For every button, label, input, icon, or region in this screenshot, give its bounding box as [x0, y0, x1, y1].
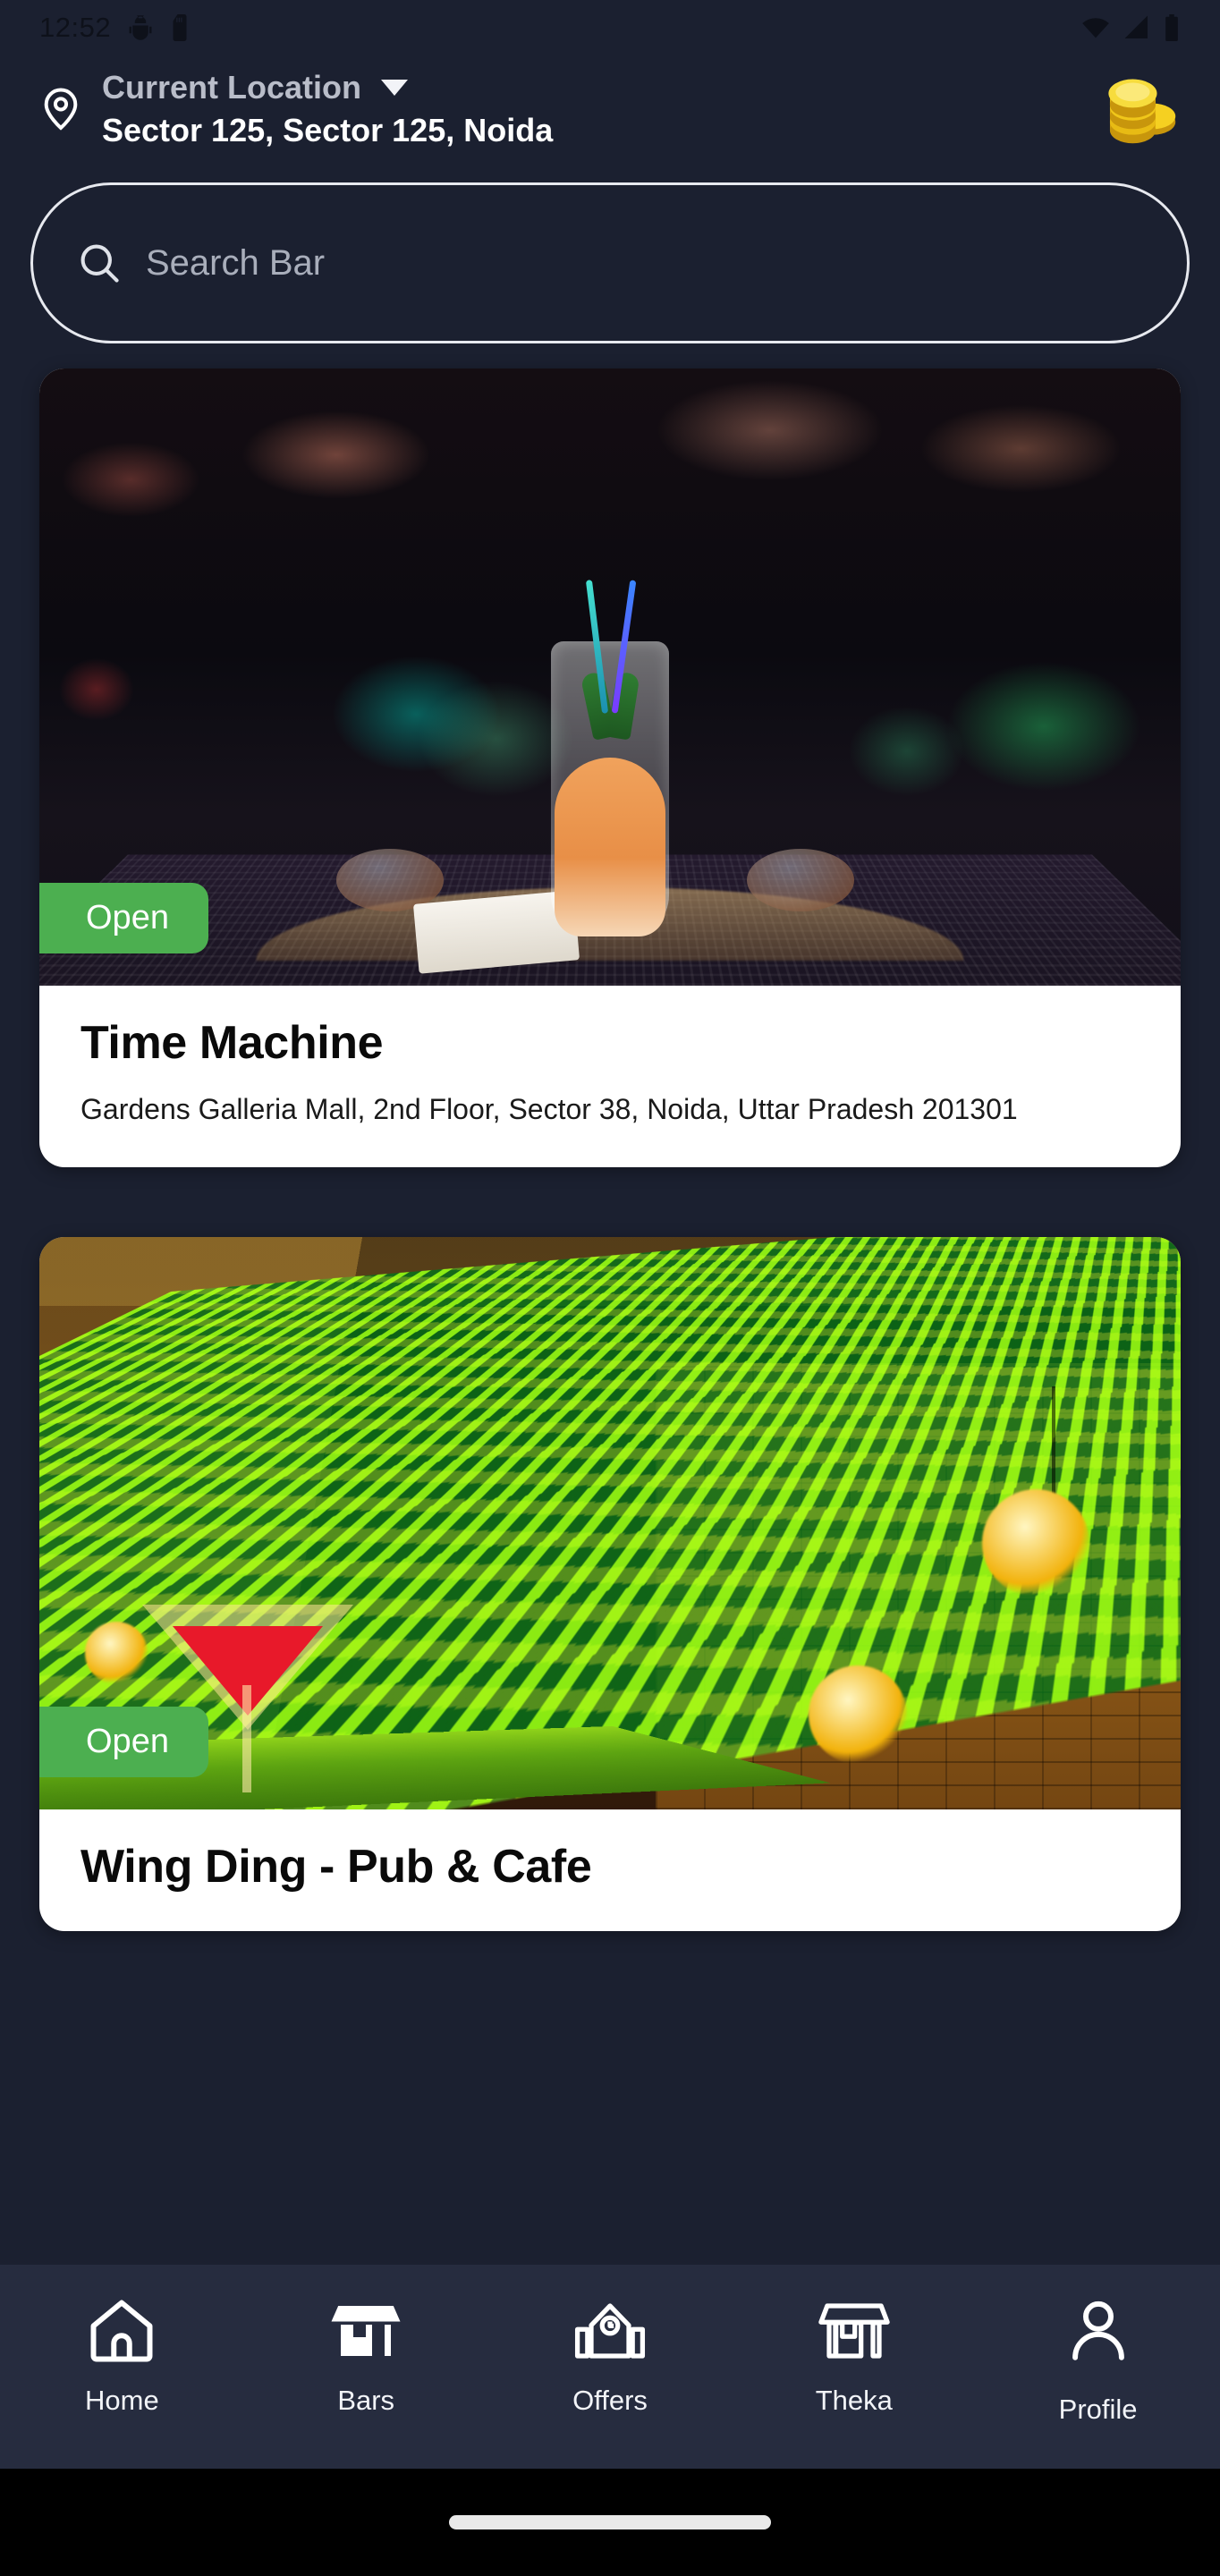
gold-coins-icon[interactable] — [1095, 71, 1188, 148]
nav-item-offers[interactable]: Offers — [488, 2290, 733, 2417]
clock-tower-icon — [572, 2290, 648, 2372]
current-location-label: Current Location — [102, 68, 362, 106]
search-section — [0, 163, 1220, 343]
cellular-signal-icon — [1123, 14, 1150, 41]
search-input[interactable] — [146, 242, 1144, 284]
bottom-navigation: Home Bars Offers Theka Profile — [0, 2265, 1220, 2469]
nav-label-bars: Bars — [337, 2385, 395, 2416]
nav-item-profile[interactable]: Profile — [976, 2290, 1220, 2426]
app-screen: 12:52 Current Location Sector 125, Secto… — [0, 0, 1220, 2576]
venue-photo-time-machine — [39, 369, 1181, 986]
status-badge: Open — [39, 883, 208, 953]
gesture-handle[interactable] — [449, 2515, 771, 2529]
hanging-lamp — [85, 1621, 148, 1684]
venue-photo-wing-ding — [39, 1237, 1181, 1810]
venue-address: Gardens Galleria Mall, 2nd Floor, Sector… — [80, 1093, 1018, 1125]
location-texts: Current Location Sector 125, Sector 125,… — [102, 68, 553, 150]
venue-details: Wing Ding - Pub & Cafe — [39, 1809, 1181, 1931]
battery-icon — [1163, 14, 1181, 41]
status-bar-left: 12:52 — [39, 12, 190, 44]
chevron-down-icon[interactable] — [381, 79, 409, 96]
nav-item-theka[interactable]: Theka — [732, 2290, 976, 2417]
venue-name: Time Machine — [80, 1017, 384, 1069]
location-address: Sector 125, Sector 125, Noida — [102, 112, 554, 149]
nav-item-home[interactable]: Home — [0, 2290, 244, 2417]
shop-icon — [817, 2290, 892, 2372]
venue-image: Open — [39, 1237, 1181, 1810]
venue-name: Wing Ding - Pub & Cafe — [80, 1841, 592, 1894]
status-bar-clock: 12:52 — [39, 12, 112, 43]
store-icon — [328, 2290, 403, 2372]
status-bar-right — [1080, 14, 1181, 41]
home-icon — [84, 2290, 159, 2372]
hanging-lamp — [981, 1489, 1089, 1597]
nav-label-home: Home — [85, 2385, 159, 2416]
wifi-icon — [1080, 14, 1111, 41]
cocktail-drink — [555, 757, 665, 936]
gesture-bar — [0, 2469, 1220, 2576]
person-icon — [1061, 2290, 1136, 2372]
nav-label-theka: Theka — [815, 2385, 893, 2416]
nav-label-offers: Offers — [572, 2385, 648, 2416]
hanging-lamp — [808, 1665, 907, 1765]
location-label-row[interactable]: Current Location — [102, 68, 553, 106]
snack-bowl — [747, 849, 855, 912]
sd-card-icon — [170, 14, 190, 41]
status-badge: Open — [39, 1707, 208, 1778]
nav-label-profile: Profile — [1058, 2394, 1138, 2425]
location-pin-icon — [36, 84, 86, 134]
search-bar[interactable] — [30, 182, 1190, 343]
nav-item-bars[interactable]: Bars — [244, 2290, 488, 2417]
location-header[interactable]: Current Location Sector 125, Sector 125,… — [0, 55, 1220, 163]
martini-stem — [241, 1685, 251, 1793]
venue-card[interactable]: Open Wing Ding - Pub & Cafe — [39, 1237, 1181, 1932]
status-bar: 12:52 — [0, 0, 1220, 55]
venue-details: Time Machine Gardens Galleria Mall, 2nd … — [39, 986, 1181, 1167]
search-icon — [76, 240, 123, 286]
android-debug-icon — [127, 14, 154, 41]
venue-list: Open Time Machine Gardens Galleria Mall,… — [0, 343, 1220, 2265]
venue-card[interactable]: Open Time Machine Gardens Galleria Mall,… — [39, 369, 1181, 1168]
venue-image: Open — [39, 369, 1181, 986]
